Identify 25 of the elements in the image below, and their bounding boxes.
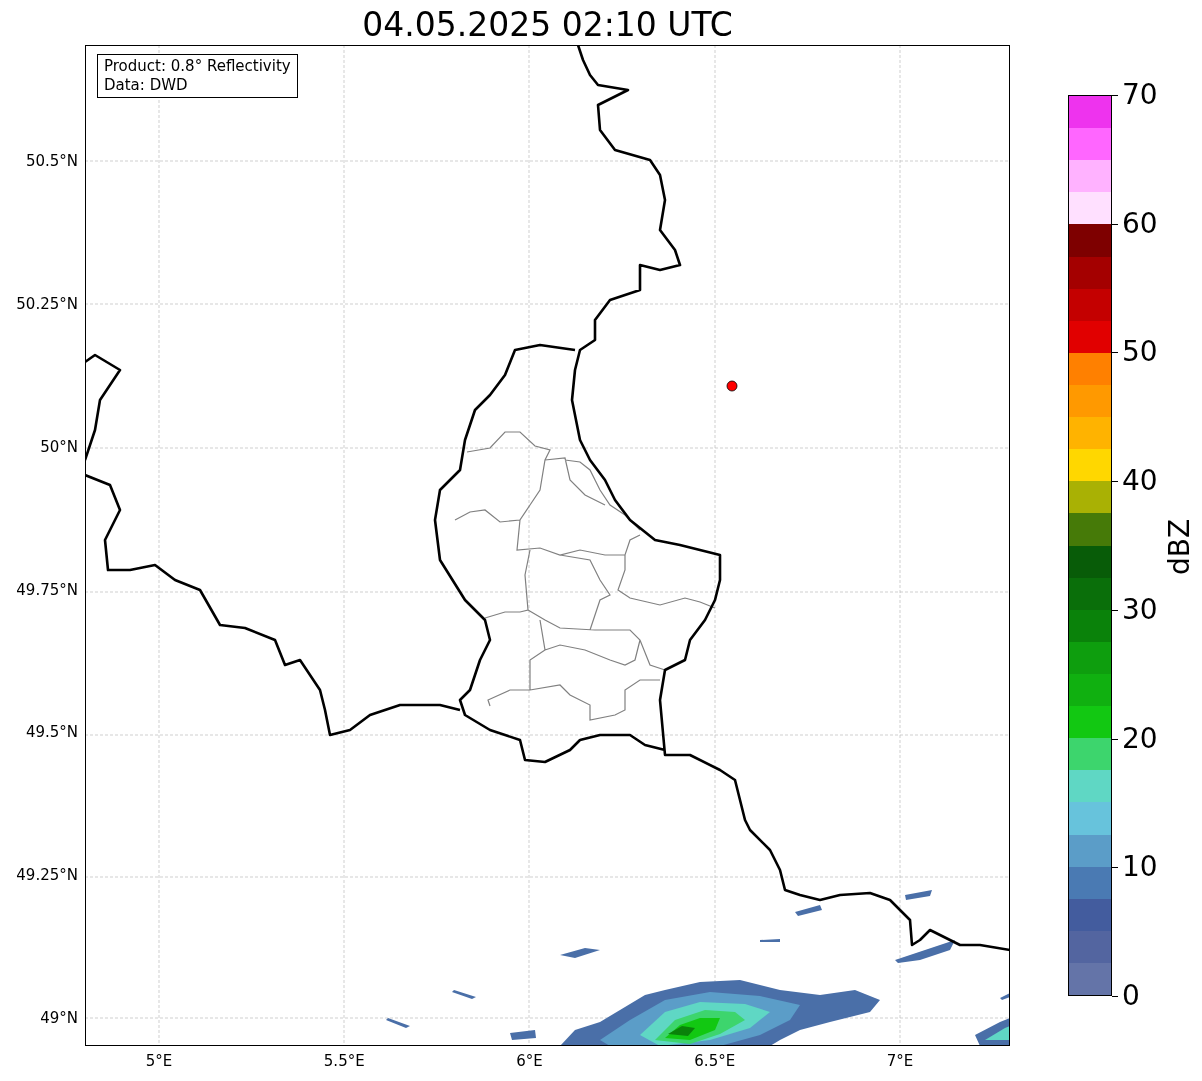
- x-tick-label: 6°E: [515, 1052, 544, 1070]
- colorbar-tick-label: 70: [1122, 79, 1158, 111]
- x-tick-label: 6.5°E: [693, 1052, 737, 1070]
- y-tick-label: 49°N: [40, 1009, 78, 1027]
- chart-title: 04.05.2025 02:10 UTC: [361, 4, 734, 46]
- colorbar-label: dBZ: [1163, 517, 1197, 578]
- y-tick-label: 50.5°N: [25, 152, 78, 170]
- info-text: Product: 0.8° Reflectivity: [104, 57, 291, 76]
- x-tick-label: 7°E: [885, 1052, 915, 1070]
- y-tick-label: 49.75°N: [16, 580, 78, 599]
- y-tick-label: 50.25°N: [16, 294, 78, 313]
- y-tick-label: 50°N: [40, 437, 78, 456]
- colorbar-tick-label: 20: [1122, 722, 1158, 755]
- y-tick-label: 49.5°N: [25, 723, 78, 742]
- colorbar-tick-label: 30: [1122, 593, 1158, 626]
- x-tick-label: 5.5°E: [322, 1052, 366, 1070]
- colorbar-tick-label: 0: [1122, 980, 1140, 1012]
- location-marker: [726, 380, 738, 392]
- x-tick-label: 5°E: [144, 1052, 174, 1070]
- y-tick-label: 49.25°N: [16, 866, 78, 885]
- info-text: Data: DWD: [104, 76, 189, 95]
- colorbar-tick-label: 60: [1122, 207, 1158, 240]
- colorbar-tick-label: 40: [1122, 465, 1158, 498]
- colorbar-tick-label: 50: [1122, 336, 1158, 369]
- colorbar-tick-label: 10: [1122, 851, 1158, 884]
